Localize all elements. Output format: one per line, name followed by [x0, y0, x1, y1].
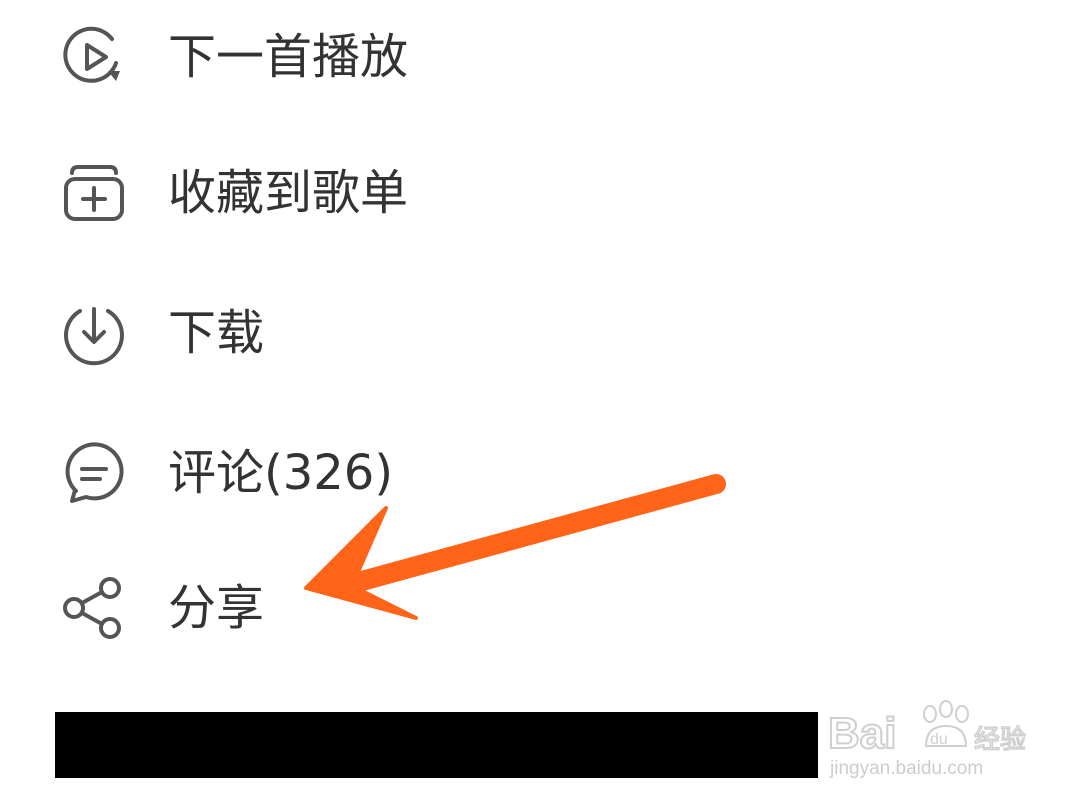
- menu-item-label: 下一首播放: [168, 29, 409, 85]
- play-next-icon: [60, 23, 128, 91]
- svg-text:du: du: [930, 731, 948, 748]
- svg-text:Bai: Bai: [828, 709, 896, 758]
- menu-item-label: 下载: [168, 305, 265, 361]
- menu-item-label: 分享: [168, 580, 265, 636]
- download-icon: [60, 299, 128, 367]
- redaction-bar: [55, 712, 818, 778]
- menu-item-share[interactable]: 分享: [0, 553, 820, 663]
- add-to-playlist-icon: [60, 159, 128, 227]
- watermark-url: jingyan.baidu.com: [830, 758, 984, 779]
- svg-text:经验: 经验: [974, 725, 1026, 755]
- baidu-jingyan-watermark: Bai du 经验 jingyan.baidu.com: [826, 692, 1027, 792]
- menu-item-label: 收藏到歌单: [168, 165, 409, 221]
- menu-item-play-next[interactable]: 下一首播放: [0, 2, 820, 112]
- share-icon: [60, 574, 128, 642]
- menu-item-label: 评论(326): [168, 445, 394, 501]
- menu-item-add-to-playlist[interactable]: 收藏到歌单: [0, 138, 820, 248]
- menu-item-download[interactable]: 下载: [0, 278, 820, 388]
- annotation-arrow: [304, 474, 726, 620]
- comment-icon: [60, 439, 128, 507]
- menu-item-comment[interactable]: 评论(326): [0, 418, 820, 528]
